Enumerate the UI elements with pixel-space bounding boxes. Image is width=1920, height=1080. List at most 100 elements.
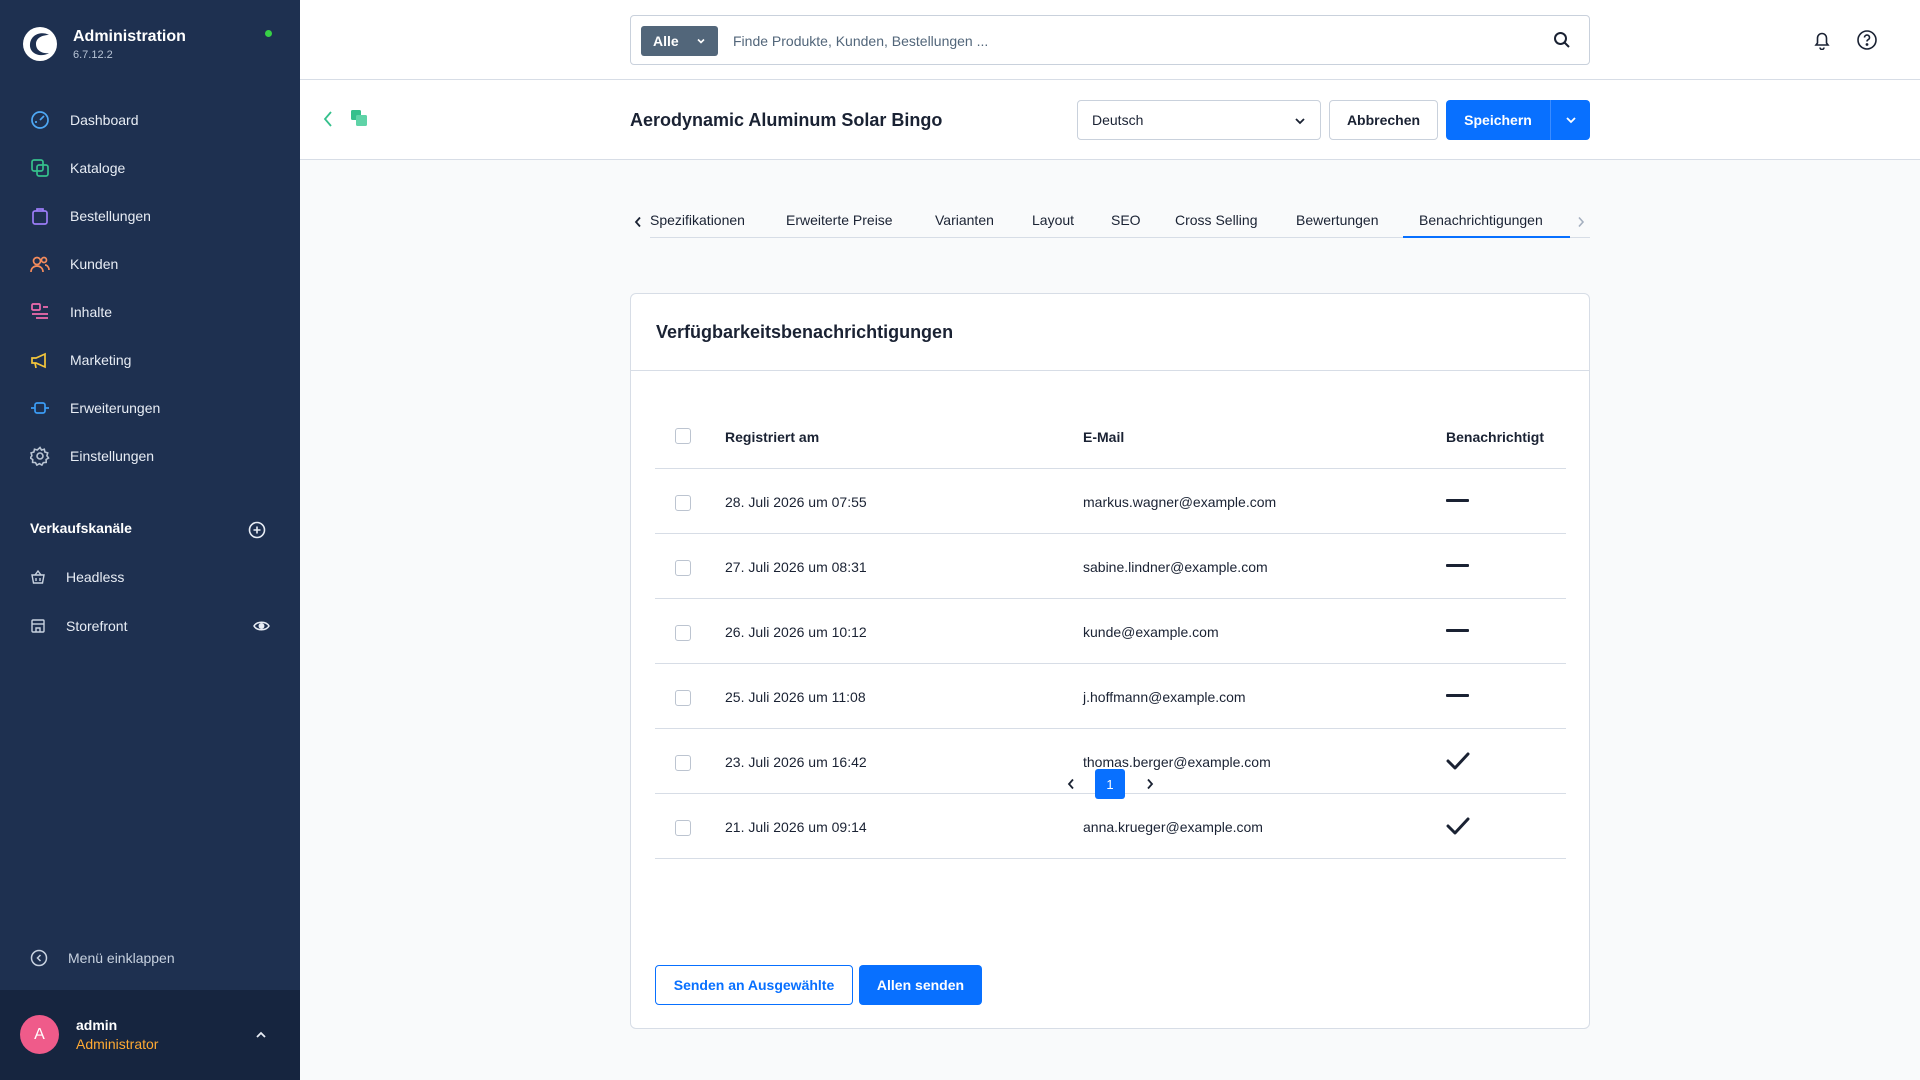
save-options-chevron-icon[interactable] xyxy=(1565,114,1577,126)
shopware-logo-icon xyxy=(23,27,57,61)
row-checkbox[interactable] xyxy=(675,690,691,706)
eye-icon[interactable] xyxy=(253,619,270,633)
not-notified-dash-icon xyxy=(1446,629,1469,632)
nav-label: Bestellungen xyxy=(70,208,151,224)
tab-varianten[interactable]: Varianten xyxy=(935,212,994,228)
nav-item-erweiterungen[interactable]: Erweiterungen xyxy=(0,384,300,432)
previous-page-icon[interactable] xyxy=(1066,778,1076,790)
nav-item-dashboard[interactable]: Dashboard xyxy=(0,96,300,144)
nav-label: Kunden xyxy=(70,256,119,272)
user-menu[interactable]: A admin Administrator xyxy=(0,990,300,1080)
language-select[interactable]: Deutsch xyxy=(1077,100,1321,140)
gear-icon xyxy=(30,446,50,466)
column-header-notified[interactable]: Benachrichtigt xyxy=(1446,429,1544,445)
search-bar: Alle xyxy=(630,15,1590,65)
row-checkbox[interactable] xyxy=(675,560,691,576)
dashboard-icon xyxy=(30,110,50,130)
email: sabine.lindner@example.com xyxy=(1083,559,1268,575)
bell-icon[interactable] xyxy=(1812,30,1832,50)
divider xyxy=(1550,100,1551,140)
nav-label: Inhalte xyxy=(70,304,113,320)
smart-bar: Aerodynamic Aluminum Solar Bingo Deutsch… xyxy=(300,80,1920,160)
table-row[interactable]: 25. Juli 2026 um 11:08 j.hoffmann@example… xyxy=(655,664,1566,729)
save-button-group: Speichern xyxy=(1446,100,1590,140)
checkmark-icon xyxy=(1446,817,1470,835)
search-type-label: Alle xyxy=(653,33,679,49)
active-tab-indicator xyxy=(1403,236,1570,238)
tab-bewertungen[interactable]: Bewertungen xyxy=(1296,212,1379,228)
page-title: Aerodynamic Aluminum Solar Bingo xyxy=(630,110,943,130)
search-icon[interactable] xyxy=(1553,31,1571,49)
registered-date: 26. Juli 2026 um 10:12 xyxy=(725,624,867,640)
email: markus.wagner@example.com xyxy=(1083,494,1277,510)
top-bar: Alle xyxy=(300,0,1920,80)
chevron-down-icon xyxy=(1295,118,1305,125)
collapse-menu-button[interactable]: Menü einklappen xyxy=(30,948,175,968)
tab-benachrichtigungen[interactable]: Benachrichtigungen xyxy=(1419,212,1543,228)
content-icon xyxy=(30,302,50,322)
nav-label: Dashboard xyxy=(70,112,139,128)
nav-label: Kataloge xyxy=(70,160,126,176)
card-divider xyxy=(631,370,1589,371)
row-checkbox[interactable] xyxy=(675,625,691,641)
back-arrow-icon[interactable] xyxy=(322,110,334,128)
tab-spezifikationen[interactable]: Spezifikationen xyxy=(650,212,745,228)
search-input[interactable] xyxy=(733,28,1533,54)
help-icon[interactable] xyxy=(1856,29,1878,51)
registered-date: 27. Juli 2026 um 08:31 xyxy=(725,559,867,575)
user-name: admin xyxy=(76,1017,118,1033)
brand-version: 6.7.12.2 xyxy=(73,48,113,61)
user-role: Administrator xyxy=(76,1036,159,1052)
language-value: Deutsch xyxy=(1092,112,1144,128)
send-selected-button[interactable]: Senden an Ausgewählte xyxy=(655,965,853,1005)
status-dot-icon xyxy=(265,30,272,37)
tabs-scroll-right-icon[interactable] xyxy=(1576,216,1586,228)
save-button[interactable]: Speichern xyxy=(1446,100,1550,140)
registered-date: 25. Juli 2026 um 11:08 xyxy=(725,689,866,705)
not-notified-dash-icon xyxy=(1446,499,1469,502)
send-all-button[interactable]: Allen senden xyxy=(859,965,982,1005)
card-title: Verfügbarkeitsbenachrichtigungen xyxy=(656,322,954,342)
sales-channel-storefront[interactable]: Storefront xyxy=(0,606,300,646)
collapse-menu-label: Menü einklappen xyxy=(68,950,175,966)
nav-item-inhalte[interactable]: Inhalte xyxy=(0,288,300,336)
catalog-icon xyxy=(30,158,50,178)
chevron-up-icon xyxy=(256,1031,266,1038)
table-row[interactable]: 27. Juli 2026 um 08:31 sabine.lindner@exa… xyxy=(655,534,1566,599)
cancel-button[interactable]: Abbrechen xyxy=(1329,100,1438,140)
tab-seo[interactable]: SEO xyxy=(1111,212,1141,228)
brand-title: Administration xyxy=(73,27,186,45)
next-page-icon[interactable] xyxy=(1145,778,1155,790)
table-row[interactable]: 28. Juli 2026 um 07:55 markus.wagner@exam… xyxy=(655,469,1566,534)
tab-layout[interactable]: Layout xyxy=(1032,212,1074,228)
basket-icon xyxy=(31,569,45,584)
page-number-button[interactable]: 1 xyxy=(1095,769,1125,799)
brand[interactable]: Administration 6.7.12.2 xyxy=(22,22,186,66)
nav-item-bestellungen[interactable]: Bestellungen xyxy=(0,192,300,240)
sidebar: Administration 6.7.12.2 Dashboard Katalo… xyxy=(0,0,300,1080)
table-row[interactable]: 26. Juli 2026 um 10:12 kunde@example.com xyxy=(655,599,1566,664)
sales-channel-label: Storefront xyxy=(66,618,128,634)
column-header-email[interactable]: E-Mail xyxy=(1083,429,1124,445)
plug-icon xyxy=(30,398,50,418)
nav-label: Einstellungen xyxy=(70,448,155,464)
search-type-select[interactable]: Alle xyxy=(641,26,718,56)
row-checkbox[interactable] xyxy=(675,495,691,511)
tab-erweiterte-preise[interactable]: Erweiterte Preise xyxy=(786,212,893,228)
sales-channel-label: Headless xyxy=(66,569,125,585)
users-icon xyxy=(30,254,50,274)
notifications-card: Verfügbarkeitsbenachrichtigungen Registr… xyxy=(630,293,1590,1029)
nav-item-einstellungen[interactable]: Einstellungen xyxy=(0,432,300,480)
nav-item-kataloge[interactable]: Kataloge xyxy=(0,144,300,192)
tabs-scroll-left-icon[interactable] xyxy=(633,216,643,228)
add-sales-channel-icon[interactable] xyxy=(248,521,266,539)
nav-item-kunden[interactable]: Kunden xyxy=(0,240,300,288)
select-all-checkbox[interactable] xyxy=(675,428,691,444)
bag-icon xyxy=(30,206,50,226)
nav-item-marketing[interactable]: Marketing xyxy=(0,336,300,384)
row-checkbox[interactable] xyxy=(675,820,691,836)
column-header-registered[interactable]: Registriert am xyxy=(725,429,819,445)
product-module-icon xyxy=(351,110,367,126)
sales-channel-headless[interactable]: Headless xyxy=(0,557,300,597)
tab-cross-selling[interactable]: Cross Selling xyxy=(1175,212,1257,228)
